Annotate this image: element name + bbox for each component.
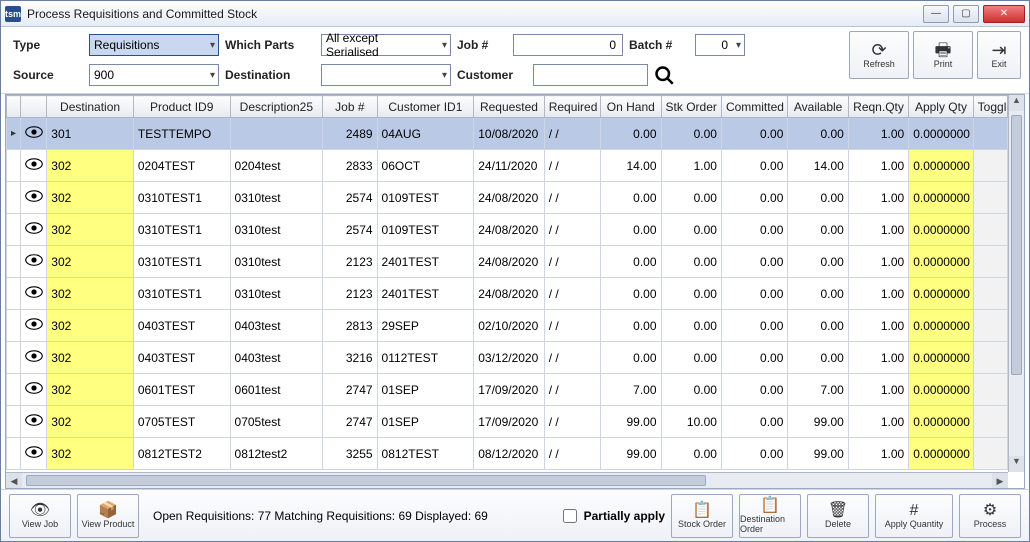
job-number-input[interactable] — [513, 34, 623, 56]
table-row[interactable]: 3020310TEST10310test21232401TEST24/08/20… — [7, 246, 1008, 278]
process-button[interactable]: ⚙Process — [959, 494, 1021, 538]
requisitions-table[interactable]: DestinationProduct ID9Description25Job #… — [6, 95, 1008, 470]
type-label: Type — [13, 38, 83, 52]
minimize-button[interactable]: ― — [923, 5, 949, 23]
close-button[interactable]: ✕ — [983, 5, 1025, 23]
column-header[interactable]: Toggle — [973, 96, 1007, 118]
destination-order-button[interactable]: 📋Destination Order — [739, 494, 801, 538]
eye-icon[interactable] — [25, 445, 43, 459]
destination-select[interactable] — [321, 64, 451, 86]
table-row[interactable]: 3020310TEST10310test21232401TEST24/08/20… — [7, 278, 1008, 310]
print-button[interactable]: 🖶Print — [913, 31, 973, 79]
table-row[interactable]: ▸301TESTTEMPO248904AUG10/08/2020/ /0.000… — [7, 118, 1008, 150]
customer-search-icon[interactable] — [654, 65, 674, 85]
status-summary: Open Requisitions: 77 Matching Requisiti… — [145, 509, 553, 523]
column-header[interactable]: On Hand — [601, 96, 661, 118]
eye-icon: 👁 — [30, 503, 50, 519]
type-select[interactable]: Requisitions — [89, 34, 219, 56]
eye-icon[interactable] — [25, 285, 43, 299]
batch-select[interactable]: 0 — [695, 34, 745, 56]
column-header[interactable] — [7, 96, 21, 118]
exit-button[interactable]: ⇥Exit — [977, 31, 1021, 79]
hash-icon: # — [910, 503, 919, 519]
source-label: Source — [13, 68, 83, 82]
eye-icon[interactable] — [25, 253, 43, 267]
apply-quantity-button[interactable]: #Apply Quantity — [875, 494, 953, 538]
job-label: Job # — [457, 38, 507, 52]
column-header[interactable]: Committed — [721, 96, 787, 118]
app-icon: tsm — [5, 6, 21, 22]
eye-icon[interactable] — [25, 413, 43, 427]
grid: DestinationProduct ID9Description25Job #… — [5, 94, 1025, 489]
column-header[interactable]: Product ID9 — [133, 96, 230, 118]
delete-button[interactable]: 🗑Delete — [807, 494, 869, 538]
gears-icon: ⚙ — [983, 503, 997, 519]
column-header[interactable]: Destination — [47, 96, 134, 118]
eye-icon[interactable] — [25, 381, 43, 395]
which-parts-label: Which Parts — [225, 38, 315, 52]
table-row[interactable]: 3020601TEST0601test274701SEP17/09/2020/ … — [7, 374, 1008, 406]
batch-label: Batch # — [629, 38, 689, 52]
column-header[interactable]: Reqn.Qty — [848, 96, 908, 118]
refresh-icon: ⟳ — [871, 41, 886, 59]
table-row[interactable]: 3020705TEST0705test274701SEP17/09/2020/ … — [7, 406, 1008, 438]
view-job-button[interactable]: 👁View Job — [9, 494, 71, 538]
column-header[interactable]: Available — [788, 96, 848, 118]
eye-icon[interactable] — [25, 125, 43, 139]
trash-icon: 🗑 — [828, 503, 848, 519]
customer-label: Customer — [457, 68, 527, 82]
eye-icon[interactable] — [25, 157, 43, 171]
box-icon: 📦 — [98, 503, 118, 519]
table-row[interactable]: 3020310TEST10310test25740109TEST24/08/20… — [7, 182, 1008, 214]
status-bar: 👁View Job 📦View Product Open Requisition… — [1, 489, 1029, 541]
horizontal-scrollbar[interactable]: ◀▶ — [6, 472, 1008, 488]
column-header[interactable]: Description25 — [230, 96, 323, 118]
column-header[interactable] — [21, 96, 47, 118]
view-product-button[interactable]: 📦View Product — [77, 494, 139, 538]
column-header[interactable]: Requested — [474, 96, 544, 118]
column-header[interactable]: Required — [544, 96, 600, 118]
clipboard-dest-icon: 📋 — [760, 498, 780, 514]
vertical-scrollbar[interactable]: ▲▼ — [1008, 95, 1024, 472]
column-header[interactable]: Customer ID1 — [377, 96, 474, 118]
eye-icon[interactable] — [25, 349, 43, 363]
stock-order-button[interactable]: 📋Stock Order — [671, 494, 733, 538]
titlebar: tsm Process Requisitions and Committed S… — [1, 1, 1029, 27]
column-header[interactable]: Stk Order — [661, 96, 721, 118]
table-row[interactable]: 3020403TEST0403test281329SEP02/10/2020/ … — [7, 310, 1008, 342]
print-icon: 🖶 — [935, 41, 952, 59]
window-title: Process Requisitions and Committed Stock — [27, 7, 923, 21]
maximize-button[interactable]: ▢ — [953, 5, 979, 23]
refresh-button[interactable]: ⟳Refresh — [849, 31, 909, 79]
filter-toolbar: Type Requisitions Which Parts All except… — [1, 27, 1029, 94]
eye-icon[interactable] — [25, 317, 43, 331]
clipboard-icon: 📋 — [692, 503, 712, 519]
table-row[interactable]: 3020204TEST0204test283306OCT24/11/2020/ … — [7, 150, 1008, 182]
table-row[interactable]: 3020812TEST20812test232550812TEST08/12/2… — [7, 438, 1008, 470]
source-select[interactable]: 900 — [89, 64, 219, 86]
exit-icon: ⇥ — [991, 41, 1006, 59]
which-parts-select[interactable]: All except Serialised — [321, 34, 451, 56]
column-header[interactable]: Job # — [323, 96, 377, 118]
destination-label: Destination — [225, 68, 315, 82]
column-header[interactable]: Apply Qty — [909, 96, 973, 118]
table-row[interactable]: 3020310TEST10310test25740109TEST24/08/20… — [7, 214, 1008, 246]
partially-apply-checkbox[interactable]: Partially apply — [559, 506, 665, 526]
eye-icon[interactable] — [25, 189, 43, 203]
eye-icon[interactable] — [25, 221, 43, 235]
table-row[interactable]: 3020403TEST0403test32160112TEST03/12/202… — [7, 342, 1008, 374]
customer-input[interactable] — [533, 64, 648, 86]
